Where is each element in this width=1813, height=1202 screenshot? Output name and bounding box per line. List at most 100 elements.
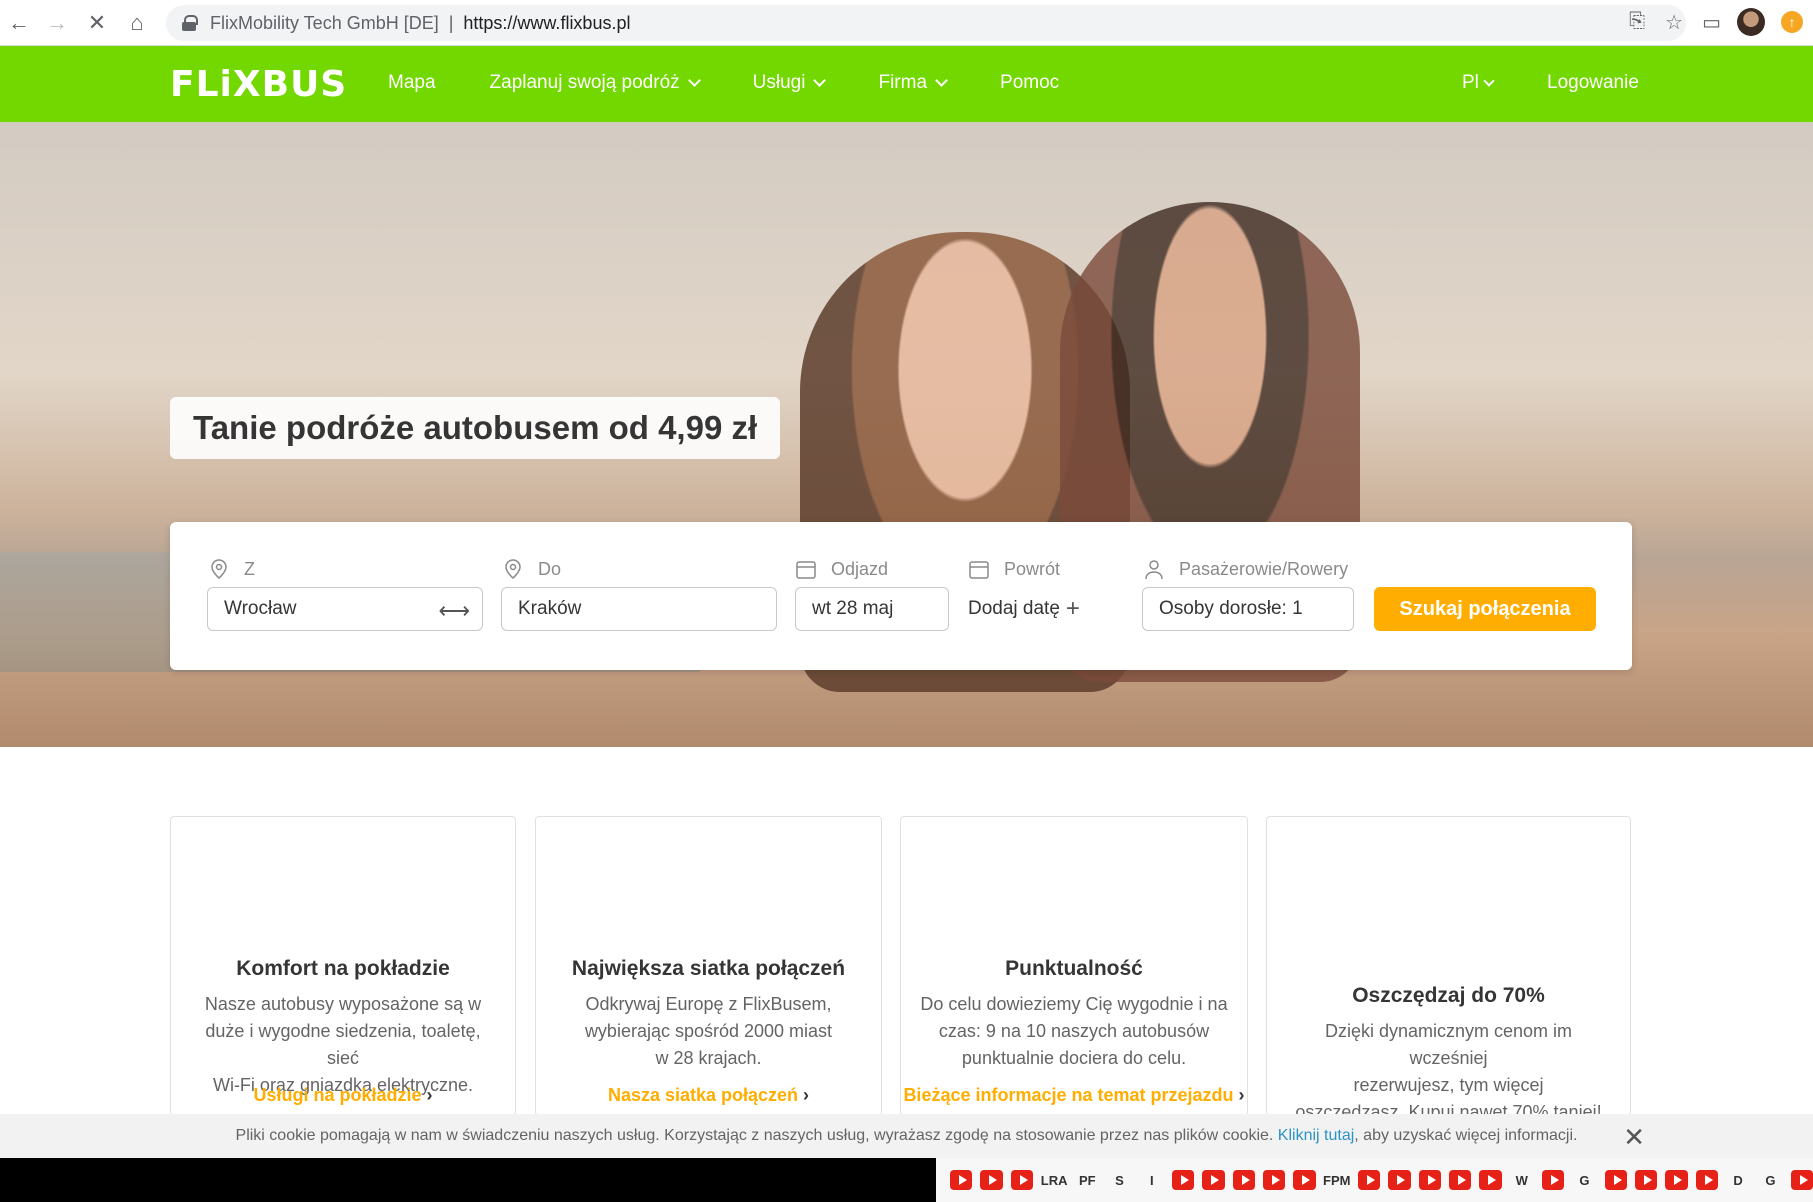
cookie-more-info-link[interactable]: Kliknij tutaj <box>1278 1127 1354 1145</box>
youtube-bookmark-icon[interactable] <box>1634 1170 1658 1190</box>
feature-link-live-info[interactable]: Bieżące informacje na temat przejazdu <box>901 1085 1247 1106</box>
to-label-text: Do <box>538 558 562 579</box>
youtube-bookmark-icon[interactable] <box>1388 1170 1411 1190</box>
translate-icon[interactable]: ⎘ <box>1629 10 1645 35</box>
feature-title: Oszczędzaj do 70% <box>1352 984 1545 1007</box>
departure-value: wt 28 maj <box>812 598 894 619</box>
menu-item-label: Zaplanuj swoją podróż <box>489 72 680 93</box>
lock-icon <box>182 15 198 31</box>
youtube-bookmark-icon[interactable] <box>1665 1170 1688 1190</box>
youtube-bookmark-icon[interactable] <box>950 1170 973 1190</box>
departure-label-text: Odjazd <box>831 558 889 579</box>
youtube-bookmark-icon[interactable] <box>1357 1170 1381 1190</box>
bookmark-icon[interactable]: G <box>1572 1170 1596 1190</box>
feature-line: Odkrywaj Europę z FlixBusem, <box>585 994 832 1014</box>
language-selector[interactable]: Pl <box>1462 72 1495 94</box>
feature-link-onboard-services[interactable]: Usługi na pokładzie <box>171 1085 515 1106</box>
update-icon[interactable]: ↑ <box>1781 11 1803 33</box>
youtube-bookmark-icon[interactable] <box>1448 1170 1472 1190</box>
feature-line: duże i wygodne siedzenia, toaletę, sieć <box>205 1021 481 1068</box>
bookmark-star-icon[interactable]: ☆ <box>1665 10 1683 35</box>
url-text[interactable]: https://www.flixbus.pl <box>463 13 630 34</box>
to-value: Kraków <box>518 598 582 619</box>
cookie-suffix: , aby uzyskać więcej informacji. <box>1354 1127 1578 1144</box>
profile-avatar[interactable] <box>1737 8 1765 36</box>
menu-item-help[interactable]: Pomoc <box>1000 72 1059 94</box>
youtube-bookmark-icon[interactable] <box>1010 1170 1034 1190</box>
departure-date-input[interactable]: wt 28 maj <box>795 587 949 631</box>
youtube-bookmark-icon[interactable] <box>1232 1170 1255 1190</box>
feature-line: czas: 9 na 10 naszych autobusów <box>938 1021 1210 1041</box>
add-return-date-label: Dodaj datę <box>968 598 1060 619</box>
search-button[interactable]: Szukaj połączenia <box>1374 587 1596 631</box>
feature-description: Dzięki dynamicznym cenom im wcześniej re… <box>1285 1018 1612 1126</box>
bookmark-icon[interactable]: I <box>1140 1170 1164 1190</box>
menu-item-label: Mapa <box>388 72 436 93</box>
youtube-bookmark-icon[interactable] <box>1263 1170 1286 1190</box>
bookmark-icon[interactable]: S <box>1107 1170 1131 1190</box>
feature-card-comfort: Komfort na pokładzie Nasze autobusy wypo… <box>170 816 516 1116</box>
bookmark-icon[interactable]: W <box>1510 1170 1534 1190</box>
forward-icon[interactable]: → <box>40 6 74 40</box>
hero-tagline: Tanie podróże autobusem od 4,99 zł <box>170 397 781 459</box>
to-label: Do <box>502 558 561 580</box>
swap-icon[interactable]: ⟷ <box>438 598 470 624</box>
back-icon[interactable]: ← <box>2 6 36 40</box>
menu-item-services[interactable]: Usługi <box>753 72 827 94</box>
to-input[interactable]: Kraków <box>501 587 777 631</box>
youtube-bookmark-icon[interactable] <box>980 1170 1003 1190</box>
from-value: Wrocław <box>224 598 297 619</box>
passengers-input[interactable]: Osoby dorosłe: 1 <box>1142 587 1354 631</box>
feature-line: punktualnie dociera do celu. <box>961 1048 1187 1068</box>
home-icon[interactable]: ⌂ <box>120 6 154 40</box>
youtube-bookmark-icon[interactable] <box>1202 1170 1225 1190</box>
menu-item-plan-trip[interactable]: Zaplanuj swoją podróż <box>489 72 701 94</box>
cookie-banner: Pliki cookie pomagają w nam w świadczeni… <box>0 1114 1813 1158</box>
youtube-bookmark-icon[interactable] <box>1790 1170 1813 1190</box>
plus-icon: + <box>1065 595 1080 622</box>
passengers-value: Osoby dorosłe: 1 <box>1159 598 1303 619</box>
feature-line: Nasze autobusy wyposażone są w <box>204 994 482 1014</box>
bookmark-icon[interactable]: FPM <box>1323 1170 1350 1190</box>
login-link[interactable]: Logowanie <box>1547 72 1639 94</box>
calendar-icon <box>969 561 989 579</box>
feature-link-network[interactable]: Nasza siatka połączeń <box>536 1085 881 1106</box>
from-label-text: Z <box>244 558 255 579</box>
feature-line: Dzięki dynamicznym cenom im wcześniej <box>1324 1021 1573 1068</box>
menu-item-company[interactable]: Firma <box>878 72 948 94</box>
chevron-down-icon <box>935 74 948 87</box>
from-label: Z <box>208 558 255 580</box>
bookmark-icon[interactable]: G <box>1758 1170 1782 1190</box>
passengers-label: Pasażerowie/Rowery <box>1143 558 1348 580</box>
bookmark-icon[interactable]: D <box>1726 1170 1750 1190</box>
youtube-bookmark-icon[interactable] <box>1695 1170 1718 1190</box>
menu-item-mapa[interactable]: Mapa <box>388 72 436 94</box>
feature-description: Nasze autobusy wyposażone są w duże i wy… <box>189 991 497 1099</box>
youtube-bookmark-icon[interactable] <box>1418 1170 1441 1190</box>
add-return-date-button[interactable]: Dodaj datę + <box>968 587 1080 631</box>
youtube-bookmark-icon[interactable] <box>1171 1170 1195 1190</box>
bookmark-icon[interactable]: PF <box>1075 1170 1099 1190</box>
feature-description: Do celu dowieziemy Cię wygodnie i na cza… <box>919 991 1229 1072</box>
language-label: Pl <box>1462 72 1479 93</box>
location-pin-icon <box>505 559 521 579</box>
bookmark-icon[interactable]: LRA <box>1041 1170 1068 1190</box>
feature-card-savings: Oszczędzaj do 70% Dzięki dynamicznym cen… <box>1266 816 1631 1122</box>
youtube-bookmark-icon[interactable] <box>1541 1170 1565 1190</box>
from-input[interactable]: Wrocław ⟷ <box>207 587 483 631</box>
address-bar[interactable]: FlixMobility Tech GmbH [DE] | https://ww… <box>166 5 1686 41</box>
cookie-text: Pliki cookie pomagają w nam w świadczeni… <box>235 1127 1274 1144</box>
youtube-bookmark-icon[interactable] <box>1293 1170 1316 1190</box>
menu-item-label: Pomoc <box>1000 72 1060 93</box>
cast-icon[interactable]: ▭ <box>1702 10 1721 35</box>
flixbus-logo[interactable]: FLiXBUS <box>170 64 347 105</box>
youtube-bookmark-icon[interactable] <box>1604 1170 1627 1190</box>
feature-line: rezerwujesz, tym więcej <box>1353 1075 1544 1095</box>
stop-icon[interactable]: ✕ <box>80 6 114 40</box>
youtube-bookmark-icon[interactable] <box>1479 1170 1502 1190</box>
close-icon[interactable]: ✕ <box>1623 1122 1645 1153</box>
departure-label: Odjazd <box>795 558 888 580</box>
feature-description: Odkrywaj Europę z FlixBusem, wybierając … <box>554 991 863 1072</box>
site-identity: FlixMobility Tech GmbH [DE] <box>210 12 439 33</box>
taskbar <box>0 1158 936 1202</box>
